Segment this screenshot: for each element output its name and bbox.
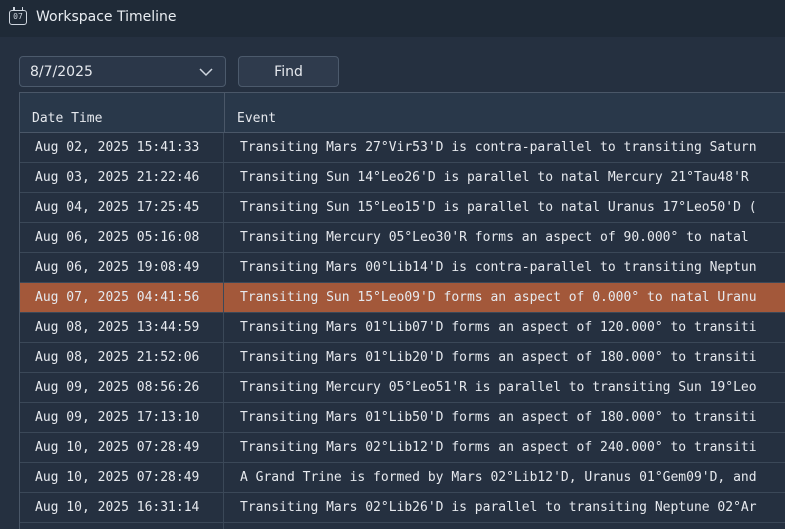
cell-datetime-container: Aug 10, 2025 07:28:49 xyxy=(20,463,224,492)
table-row[interactable]: Aug 10, 2025 07:28:49 A Grand Trine is fo… xyxy=(20,463,785,493)
cell-event: Transiting Sun 14°Leo26'D is parallel to… xyxy=(240,170,749,185)
cell-datetime-container: Aug 07, 2025 04:41:56 xyxy=(20,283,224,312)
cell-datetime-container: Aug 08, 2025 21:52:06 xyxy=(20,343,224,372)
chevron-down-icon[interactable] xyxy=(198,65,214,79)
cell-event: Transiting Mercury 05°Leo30'R forms an a… xyxy=(240,230,749,245)
cell-datetime-container: Aug 10, 2025 16:31:14 xyxy=(20,493,224,522)
table-row[interactable]: Aug 02, 2025 15:41:33 Transiting Mars 27°… xyxy=(20,133,785,163)
table-row[interactable]: Aug 10, 2025 16:31:14 Transiting Mars 02°… xyxy=(20,493,785,523)
cell-datetime: Aug 06, 2025 19:08:49 xyxy=(35,260,200,275)
cell-event: Transiting Mars 01°Lib07'D forms an aspe… xyxy=(240,320,757,335)
table-row[interactable]: Aug 10, 2025 07:28:49 Transiting Mars 02°… xyxy=(20,433,785,463)
date-picker[interactable]: 8/7/2025 xyxy=(19,56,226,87)
cell-datetime-container: Aug 04, 2025 17:25:45 xyxy=(20,193,224,222)
cell-event: Transiting Mars 02°Lib12'D forms an aspe… xyxy=(240,440,757,455)
table-row[interactable]: Aug 06, 2025 19:08:49 Transiting Mars 00°… xyxy=(20,253,785,283)
cell-event: Transiting Mars 27°Vir53'D is contra-par… xyxy=(240,140,757,155)
cell-datetime: Aug 10, 2025 07:28:49 xyxy=(35,470,200,485)
timeline-grid[interactable]: Date Time Event Aug 02, 2025 15:41:33 Tra… xyxy=(19,92,785,529)
column-divider[interactable] xyxy=(224,93,225,133)
table-row[interactable]: Aug 03, 2025 21:22:46 Transiting Sun 14°L… xyxy=(20,163,785,193)
table-row[interactable]: Aug 09, 2025 08:56:26 Transiting Mercury … xyxy=(20,373,785,403)
grid-rows: Aug 02, 2025 15:41:33 Transiting Mars 27°… xyxy=(20,133,785,529)
cell-datetime-container: Aug 09, 2025 17:13:10 xyxy=(20,403,224,432)
title-bar: 07 Workspace Timeline xyxy=(0,0,785,37)
find-button[interactable]: Find xyxy=(238,56,339,87)
cell-event: Transiting Mars 00°Lib14'D is contra-par… xyxy=(240,260,757,275)
cell-datetime-container: Aug 10, 2025 07:28:49 xyxy=(20,433,224,462)
cell-datetime: Aug 08, 2025 13:44:59 xyxy=(35,320,200,335)
cell-event: Transiting Mercury 05°Leo51'R is paralle… xyxy=(240,380,757,395)
cell-datetime: Aug 07, 2025 04:41:56 xyxy=(35,290,200,305)
cell-datetime-container: Aug 03, 2025 21:22:46 xyxy=(20,163,224,192)
cell-event: Transiting Sun 15°Leo09'D forms an aspec… xyxy=(240,290,757,305)
table-row[interactable]: Aug 04, 2025 17:25:45 Transiting Sun 15°L… xyxy=(20,193,785,223)
cell-event: Transiting Mars 01°Lib20'D forms an aspe… xyxy=(240,350,757,365)
cell-datetime: Aug 10, 2025 07:28:49 xyxy=(35,440,200,455)
window-title: Workspace Timeline xyxy=(36,9,177,25)
cell-datetime: Aug 09, 2025 08:56:26 xyxy=(35,380,200,395)
column-header-datetime[interactable]: Date Time xyxy=(32,111,102,126)
cell-event: Transiting Mars 02°Lib26'D is parallel t… xyxy=(240,500,757,515)
cell-datetime-container: Aug 06, 2025 19:08:49 xyxy=(20,253,224,282)
cell-datetime: Aug 09, 2025 17:13:10 xyxy=(35,410,200,425)
grid-header: Date Time Event xyxy=(20,93,785,133)
table-row[interactable]: Aug 06, 2025 05:16:08 Transiting Mercury … xyxy=(20,223,785,253)
table-row[interactable] xyxy=(20,523,785,529)
cell-datetime: Aug 02, 2025 15:41:33 xyxy=(35,140,200,155)
cell-event: Transiting Sun 15°Leo15'D is parallel to… xyxy=(240,200,757,215)
date-picker-value[interactable]: 8/7/2025 xyxy=(30,64,93,80)
cell-event: Transiting Mars 01°Lib50'D forms an aspe… xyxy=(240,410,757,425)
cell-datetime: Aug 08, 2025 21:52:06 xyxy=(35,350,200,365)
cell-datetime-container: Aug 06, 2025 05:16:08 xyxy=(20,223,224,252)
calendar-icon: 07 xyxy=(9,7,27,25)
table-row[interactable]: Aug 07, 2025 04:41:56 Transiting Sun 15°L… xyxy=(20,283,785,313)
cell-event: A Grand Trine is formed by Mars 02°Lib12… xyxy=(240,470,757,485)
cell-datetime-container xyxy=(20,523,224,529)
table-row[interactable]: Aug 08, 2025 21:52:06 Transiting Mars 01°… xyxy=(20,343,785,373)
column-header-event[interactable]: Event xyxy=(237,111,276,126)
cell-datetime: Aug 06, 2025 05:16:08 xyxy=(35,230,200,245)
cell-datetime-container: Aug 02, 2025 15:41:33 xyxy=(20,133,224,162)
cell-datetime: Aug 10, 2025 16:31:14 xyxy=(35,500,200,515)
cell-datetime-container: Aug 09, 2025 08:56:26 xyxy=(20,373,224,402)
cell-datetime-container: Aug 08, 2025 13:44:59 xyxy=(20,313,224,342)
table-row[interactable]: Aug 08, 2025 13:44:59 Transiting Mars 01°… xyxy=(20,313,785,343)
table-row[interactable]: Aug 09, 2025 17:13:10 Transiting Mars 01°… xyxy=(20,403,785,433)
cell-datetime: Aug 04, 2025 17:25:45 xyxy=(35,200,200,215)
cell-datetime: Aug 03, 2025 21:22:46 xyxy=(35,170,200,185)
